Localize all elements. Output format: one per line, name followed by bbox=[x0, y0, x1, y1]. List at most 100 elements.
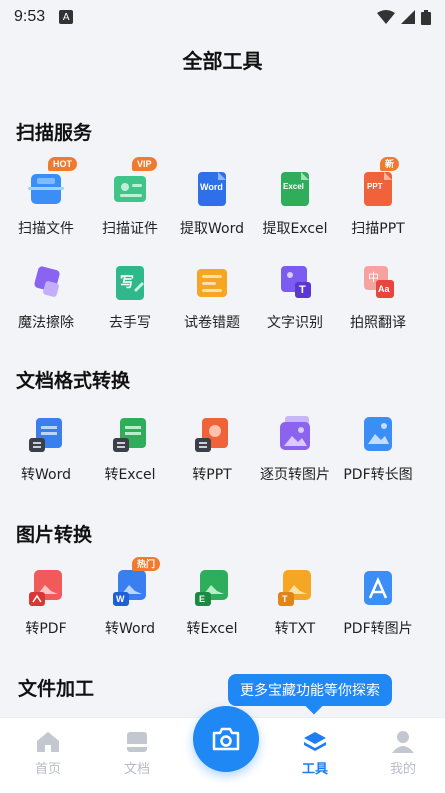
section-title: 文件加工 bbox=[18, 678, 95, 700]
tool-label: PDF转图片 bbox=[343, 621, 413, 637]
app-notification-icon: A bbox=[59, 10, 74, 24]
scan-file-icon: HOT bbox=[24, 157, 77, 210]
section-title: 文档格式转换 bbox=[16, 370, 131, 392]
long-image-icon bbox=[356, 412, 400, 456]
tool-scan-file[interactable]: HOT 扫描文件 bbox=[4, 157, 88, 238]
tab-profile[interactable]: 我的 bbox=[363, 730, 443, 777]
section-title: 扫描服务 bbox=[16, 122, 93, 144]
ppt-doc-icon: PPT 新 bbox=[356, 157, 400, 210]
tool-label: 提取Excel bbox=[262, 221, 328, 237]
user-icon bbox=[392, 731, 414, 753]
tool-label: 转Word bbox=[21, 467, 71, 483]
tool-label: 转Excel bbox=[104, 467, 156, 483]
tool-label: 转TXT bbox=[274, 621, 316, 637]
ocr-icon-text: T bbox=[299, 284, 306, 296]
image-to-excel-icon: E bbox=[190, 566, 234, 610]
document-icon bbox=[127, 732, 147, 752]
camera-scan-button[interactable] bbox=[193, 706, 259, 772]
pdf-to-image-icon bbox=[356, 566, 400, 610]
tool-label: 拍照翻译 bbox=[350, 315, 406, 331]
tool-extract-excel[interactable]: Excel 提取Excel bbox=[253, 166, 337, 238]
feature-tooltip[interactable]: 更多宝藏功能等你探索 bbox=[228, 674, 392, 706]
doc-to-ppt-icon bbox=[190, 412, 234, 456]
tab-label: 工具 bbox=[301, 762, 328, 777]
tab-label: 首页 bbox=[34, 762, 61, 777]
tool-pdf-to-image[interactable]: PDF转图片 bbox=[336, 566, 420, 638]
tool-page-to-image[interactable]: 逐页转图片 bbox=[253, 412, 337, 484]
image-to-txt-icon: T bbox=[273, 566, 317, 610]
tab-label: 我的 bbox=[389, 762, 416, 777]
tab-tools[interactable]: 工具 bbox=[275, 730, 355, 777]
magic-eraser-icon bbox=[24, 260, 68, 304]
tool-scan-ppt[interactable]: PPT 新 扫描PPT bbox=[336, 157, 420, 238]
tool-text-recognition[interactable]: T 文字识别 bbox=[253, 260, 337, 332]
tool-label: 转Excel bbox=[186, 621, 238, 637]
txt-icon-text: T bbox=[282, 594, 288, 604]
tool-label: 转Word bbox=[105, 621, 155, 637]
tool-doc-to-excel[interactable]: 转Excel bbox=[88, 412, 172, 484]
tool-label: 试卷错题 bbox=[184, 315, 240, 331]
tool-photo-translate[interactable]: 中 Aa 拍照翻译 bbox=[336, 260, 420, 332]
doc-to-excel-icon bbox=[108, 412, 152, 456]
tool-pdf-to-long-image[interactable]: PDF转长图 bbox=[336, 412, 420, 484]
tool-image-to-pdf[interactable]: 转PDF bbox=[4, 566, 88, 638]
tool-label: 魔法擦除 bbox=[18, 315, 74, 331]
tool-wrong-questions[interactable]: 试卷错题 bbox=[170, 260, 254, 332]
status-bar: 9:53 A bbox=[0, 0, 445, 34]
excel-icon-text: E bbox=[199, 594, 206, 604]
tool-extract-word[interactable]: Word 提取Word bbox=[170, 166, 254, 238]
excel-icon-text: Excel bbox=[283, 182, 304, 191]
word-icon-text: W bbox=[116, 594, 125, 604]
word-doc-icon: Word bbox=[190, 166, 234, 210]
status-icons bbox=[377, 9, 431, 25]
tool-label: 文字识别 bbox=[267, 315, 323, 331]
wifi-icon bbox=[377, 10, 395, 24]
new-badge: 新 bbox=[380, 157, 400, 171]
camera-icon bbox=[212, 727, 240, 751]
image-pages-icon bbox=[273, 412, 317, 456]
excel-doc-icon: Excel bbox=[273, 166, 317, 210]
doc-to-word-icon bbox=[24, 412, 68, 456]
home-icon bbox=[37, 732, 59, 752]
tool-magic-erase[interactable]: 魔法擦除 bbox=[4, 260, 88, 332]
translate-icon-text-2: Aa bbox=[378, 284, 390, 294]
tool-label: 扫描证件 bbox=[102, 221, 158, 237]
battery-icon bbox=[421, 9, 431, 25]
layers-icon bbox=[304, 732, 326, 751]
ppt-icon-text: PPT bbox=[367, 182, 383, 191]
tool-image-to-txt[interactable]: T 转TXT bbox=[253, 566, 337, 638]
tool-label: 扫描文件 bbox=[18, 221, 74, 237]
tool-scan-id[interactable]: VIP 扫描证件 bbox=[88, 157, 172, 238]
section-title: 图片转换 bbox=[16, 524, 93, 546]
ocr-icon: T bbox=[273, 260, 317, 304]
tools-content[interactable]: 扫描服务 HOT 扫描文件 VIP 扫描证件 Word 提取Word Excel… bbox=[0, 96, 445, 720]
hot-badge: 热门 bbox=[132, 557, 161, 571]
id-card-icon: VIP bbox=[108, 157, 157, 210]
tool-label: 转PPT bbox=[192, 467, 232, 483]
exam-paper-icon bbox=[190, 260, 234, 304]
tool-image-to-word[interactable]: W 热门 转Word bbox=[88, 557, 172, 638]
word-icon-text: Word bbox=[200, 182, 223, 192]
page-title: 全部工具 bbox=[182, 48, 263, 73]
signal-icon bbox=[401, 10, 415, 24]
handwriting-icon: 写 bbox=[108, 260, 152, 304]
image-to-pdf-icon bbox=[24, 566, 68, 610]
tool-label: 逐页转图片 bbox=[260, 467, 330, 483]
tool-label: 去手写 bbox=[109, 315, 151, 331]
tool-label: 转PDF bbox=[25, 621, 67, 637]
vip-badge: VIP bbox=[132, 157, 157, 171]
tool-doc-to-word[interactable]: 转Word bbox=[4, 412, 88, 484]
translate-icon: 中 Aa bbox=[356, 260, 400, 304]
tab-label: 文档 bbox=[123, 762, 150, 777]
tool-label: PDF转长图 bbox=[343, 467, 413, 483]
tab-home[interactable]: 首页 bbox=[8, 730, 88, 777]
status-time: 9:53 bbox=[14, 8, 46, 25]
tool-label: 扫描PPT bbox=[351, 221, 405, 237]
tool-doc-to-ppt[interactable]: 转PPT bbox=[170, 412, 254, 484]
tool-label: 提取Word bbox=[180, 221, 244, 237]
tool-remove-handwriting[interactable]: 写 去手写 bbox=[88, 260, 172, 332]
translate-icon-text-1: 中 bbox=[368, 271, 379, 284]
tool-image-to-excel[interactable]: E 转Excel bbox=[170, 566, 254, 638]
tab-documents[interactable]: 文档 bbox=[97, 730, 177, 777]
handwriting-icon-text: 写 bbox=[120, 275, 134, 291]
